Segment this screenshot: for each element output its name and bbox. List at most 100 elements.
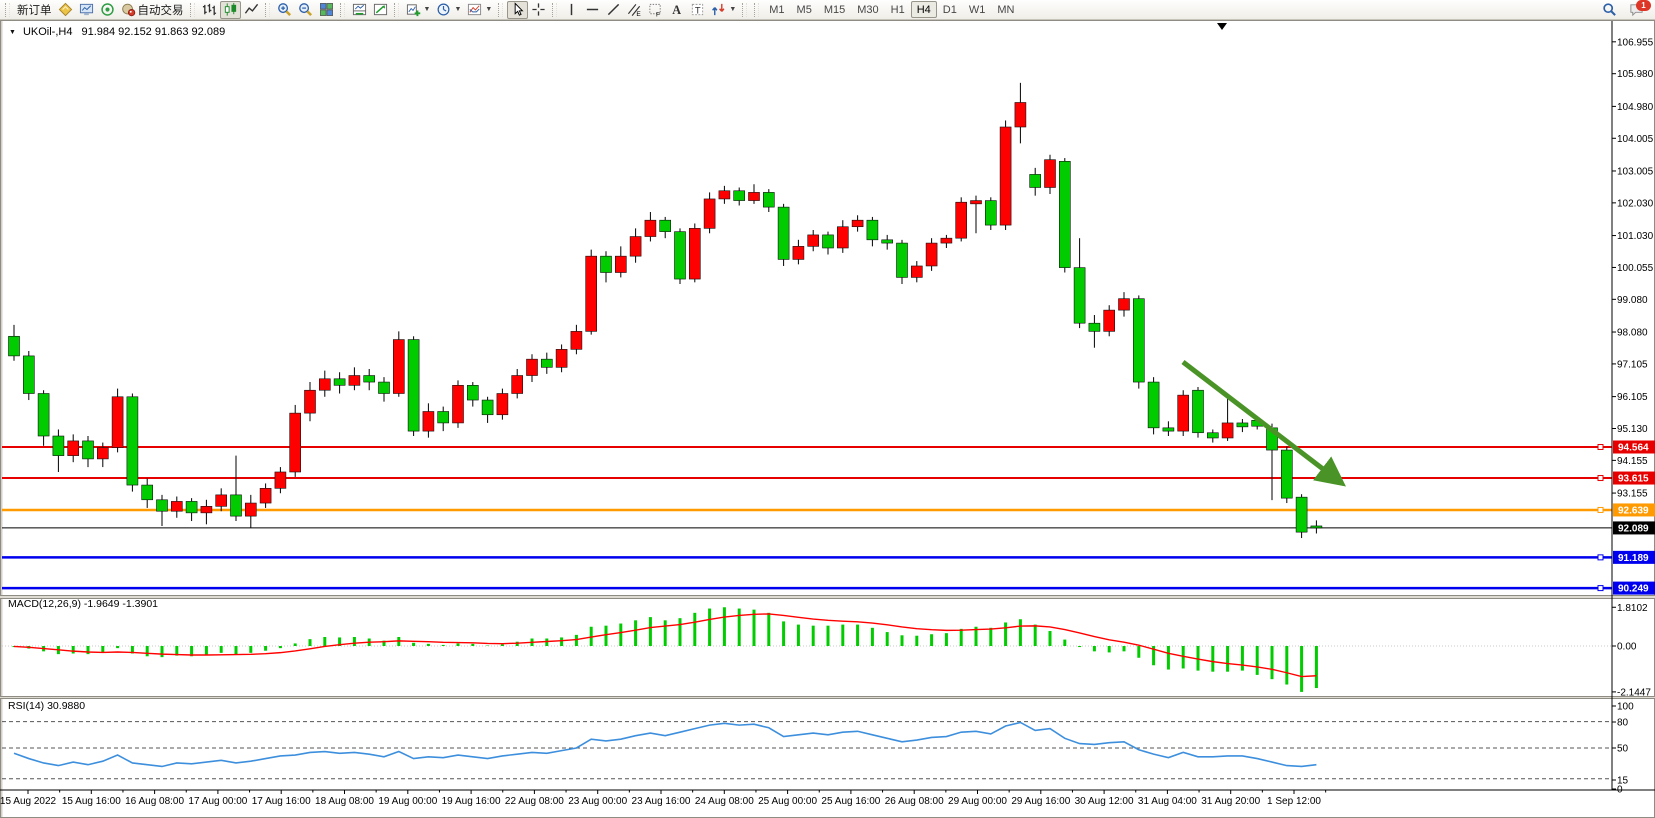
crosshair-icon bbox=[531, 2, 546, 17]
button-label: 新订单 bbox=[17, 2, 52, 18]
tile-windows-button[interactable] bbox=[316, 1, 337, 19]
toolbar-grip bbox=[265, 3, 270, 17]
timeframe-w1[interactable]: W1 bbox=[963, 1, 992, 18]
autotrade-button[interactable]: 自动交易 bbox=[118, 1, 187, 19]
text-button[interactable]: A bbox=[666, 1, 687, 19]
search-icon bbox=[1602, 2, 1617, 17]
time-label: 29 Aug 00:00 bbox=[948, 796, 1007, 807]
time-label: 30 Aug 12:00 bbox=[1075, 796, 1134, 807]
svg-text:101.030: 101.030 bbox=[1617, 231, 1654, 242]
timeframe-m1[interactable]: M1 bbox=[763, 1, 790, 18]
indwin-icon bbox=[352, 2, 367, 17]
timeframe-m30[interactable]: M30 bbox=[851, 1, 884, 18]
toolbar-grip bbox=[754, 3, 759, 17]
svg-text:0.00: 0.00 bbox=[1617, 642, 1637, 653]
timeframe-m15[interactable]: M15 bbox=[818, 1, 851, 18]
zoom-in-button[interactable] bbox=[274, 1, 295, 19]
fibonacci-button[interactable]: F bbox=[645, 1, 666, 19]
market-depth-button[interactable] bbox=[55, 1, 76, 19]
line-handle[interactable] bbox=[1598, 586, 1603, 591]
svg-text:99.080: 99.080 bbox=[1617, 295, 1648, 306]
time-label: 29 Aug 16:00 bbox=[1011, 796, 1070, 807]
timeframe-d1[interactable]: D1 bbox=[937, 1, 963, 18]
vertical-line-button[interactable] bbox=[561, 1, 582, 19]
mt4-window: 新订单 自动交易 ▼ ▼ ▼ EFAT ▼ M1M5M15M30H1H4D1W1MN 1 10… bbox=[0, 0, 1655, 818]
trendline-button[interactable] bbox=[603, 1, 624, 19]
svg-text:95.130: 95.130 bbox=[1617, 424, 1648, 435]
time-label: 19 Aug 16:00 bbox=[442, 796, 501, 807]
chart-title: ▼ UKOil-,H4 91.984 92.152 91.863 92.089 bbox=[9, 26, 225, 38]
time-label: 22 Aug 08:00 bbox=[505, 796, 564, 807]
terminal-button[interactable] bbox=[76, 1, 97, 19]
chart-ohlc-values: 91.984 92.152 91.863 92.089 bbox=[81, 26, 225, 38]
svg-text:100: 100 bbox=[1617, 702, 1634, 713]
toolbar-grip bbox=[340, 3, 345, 17]
timeframe-m5[interactable]: M5 bbox=[791, 1, 818, 18]
svg-text:98.080: 98.080 bbox=[1617, 328, 1648, 339]
zoom-out-button[interactable] bbox=[295, 1, 316, 19]
search-button[interactable] bbox=[1599, 1, 1620, 19]
time-label: 26 Aug 08:00 bbox=[885, 796, 944, 807]
zoomout-icon bbox=[298, 2, 313, 17]
signals-button[interactable] bbox=[97, 1, 118, 19]
chart-canvas[interactable]: 106.955105.980104.980104.005103.005102.0… bbox=[0, 0, 1655, 818]
linechart-icon bbox=[244, 2, 259, 17]
chart-collapse-caret[interactable]: ▼ bbox=[9, 29, 16, 36]
indlist-icon bbox=[373, 2, 388, 17]
time-label: 25 Aug 16:00 bbox=[821, 796, 880, 807]
zoomin-icon bbox=[277, 2, 292, 17]
channel-icon: E bbox=[627, 2, 642, 17]
line-handle[interactable] bbox=[1598, 445, 1603, 450]
line-handle[interactable] bbox=[1598, 507, 1603, 512]
time-label: 31 Aug 04:00 bbox=[1138, 796, 1197, 807]
toolbar-grip bbox=[190, 3, 195, 17]
svg-text:96.105: 96.105 bbox=[1617, 392, 1648, 403]
svg-text:104.980: 104.980 bbox=[1617, 102, 1654, 113]
add-indicator-button[interactable]: ▼ bbox=[403, 1, 434, 19]
svg-text:94.564: 94.564 bbox=[1618, 443, 1649, 454]
timeframe-mn[interactable]: MN bbox=[991, 1, 1020, 18]
time-label: 23 Aug 00:00 bbox=[568, 796, 627, 807]
signals-icon bbox=[100, 2, 115, 17]
line-handle[interactable] bbox=[1598, 555, 1603, 560]
shapes-button[interactable]: ▼ bbox=[708, 1, 739, 19]
svg-text:90.249: 90.249 bbox=[1618, 584, 1649, 595]
line-chart-button[interactable] bbox=[241, 1, 262, 19]
chevron-down-icon: ▼ bbox=[424, 6, 431, 13]
svg-text:103.005: 103.005 bbox=[1617, 166, 1654, 177]
equidistant-channel-button[interactable]: E bbox=[624, 1, 645, 19]
template-button[interactable]: ▼ bbox=[464, 1, 495, 19]
barchart-icon bbox=[202, 2, 217, 17]
notifications-button[interactable]: 1 bbox=[1626, 1, 1647, 19]
timeframe-h1[interactable]: H1 bbox=[885, 1, 911, 18]
svg-text:94.155: 94.155 bbox=[1617, 456, 1648, 467]
toolbar-main-groups: 新订单 自动交易 ▼ ▼ ▼ EFAT ▼ M1M5M15M30H1H4D1W1MN bbox=[2, 1, 1020, 19]
time-label: 16 Aug 08:00 bbox=[125, 796, 184, 807]
indicator-list-button[interactable] bbox=[370, 1, 391, 19]
crosshair-button[interactable] bbox=[528, 1, 549, 19]
tline-icon bbox=[606, 2, 621, 17]
svg-text:97.105: 97.105 bbox=[1617, 359, 1648, 370]
svg-text:-2.1447: -2.1447 bbox=[1617, 687, 1651, 698]
time-label: 17 Aug 00:00 bbox=[188, 796, 247, 807]
new-order-button[interactable]: 新订单 bbox=[14, 1, 55, 19]
period-button[interactable]: ▼ bbox=[433, 1, 464, 19]
time-label: 25 Aug 00:00 bbox=[758, 796, 817, 807]
tile-icon bbox=[319, 2, 334, 17]
candlestick-chart-button[interactable] bbox=[220, 1, 241, 19]
bar-chart-button[interactable] bbox=[199, 1, 220, 19]
chevron-down-icon: ▼ bbox=[485, 6, 492, 13]
svg-text:50: 50 bbox=[1617, 744, 1629, 755]
line-handle[interactable] bbox=[1598, 476, 1603, 481]
terminal-icon bbox=[79, 2, 94, 17]
svg-text:T: T bbox=[695, 5, 701, 15]
svg-text:80: 80 bbox=[1617, 718, 1629, 729]
text-label-button[interactable]: T bbox=[687, 1, 708, 19]
chart-symbol-period: UKOil-,H4 bbox=[23, 26, 73, 38]
timeframe-h4[interactable]: H4 bbox=[911, 1, 937, 18]
chevron-down-icon: ▼ bbox=[454, 6, 461, 13]
indicator-window-button[interactable] bbox=[349, 1, 370, 19]
horizontal-line-button[interactable] bbox=[582, 1, 603, 19]
autotrade-icon bbox=[121, 2, 136, 17]
cursor-button[interactable] bbox=[507, 1, 528, 19]
